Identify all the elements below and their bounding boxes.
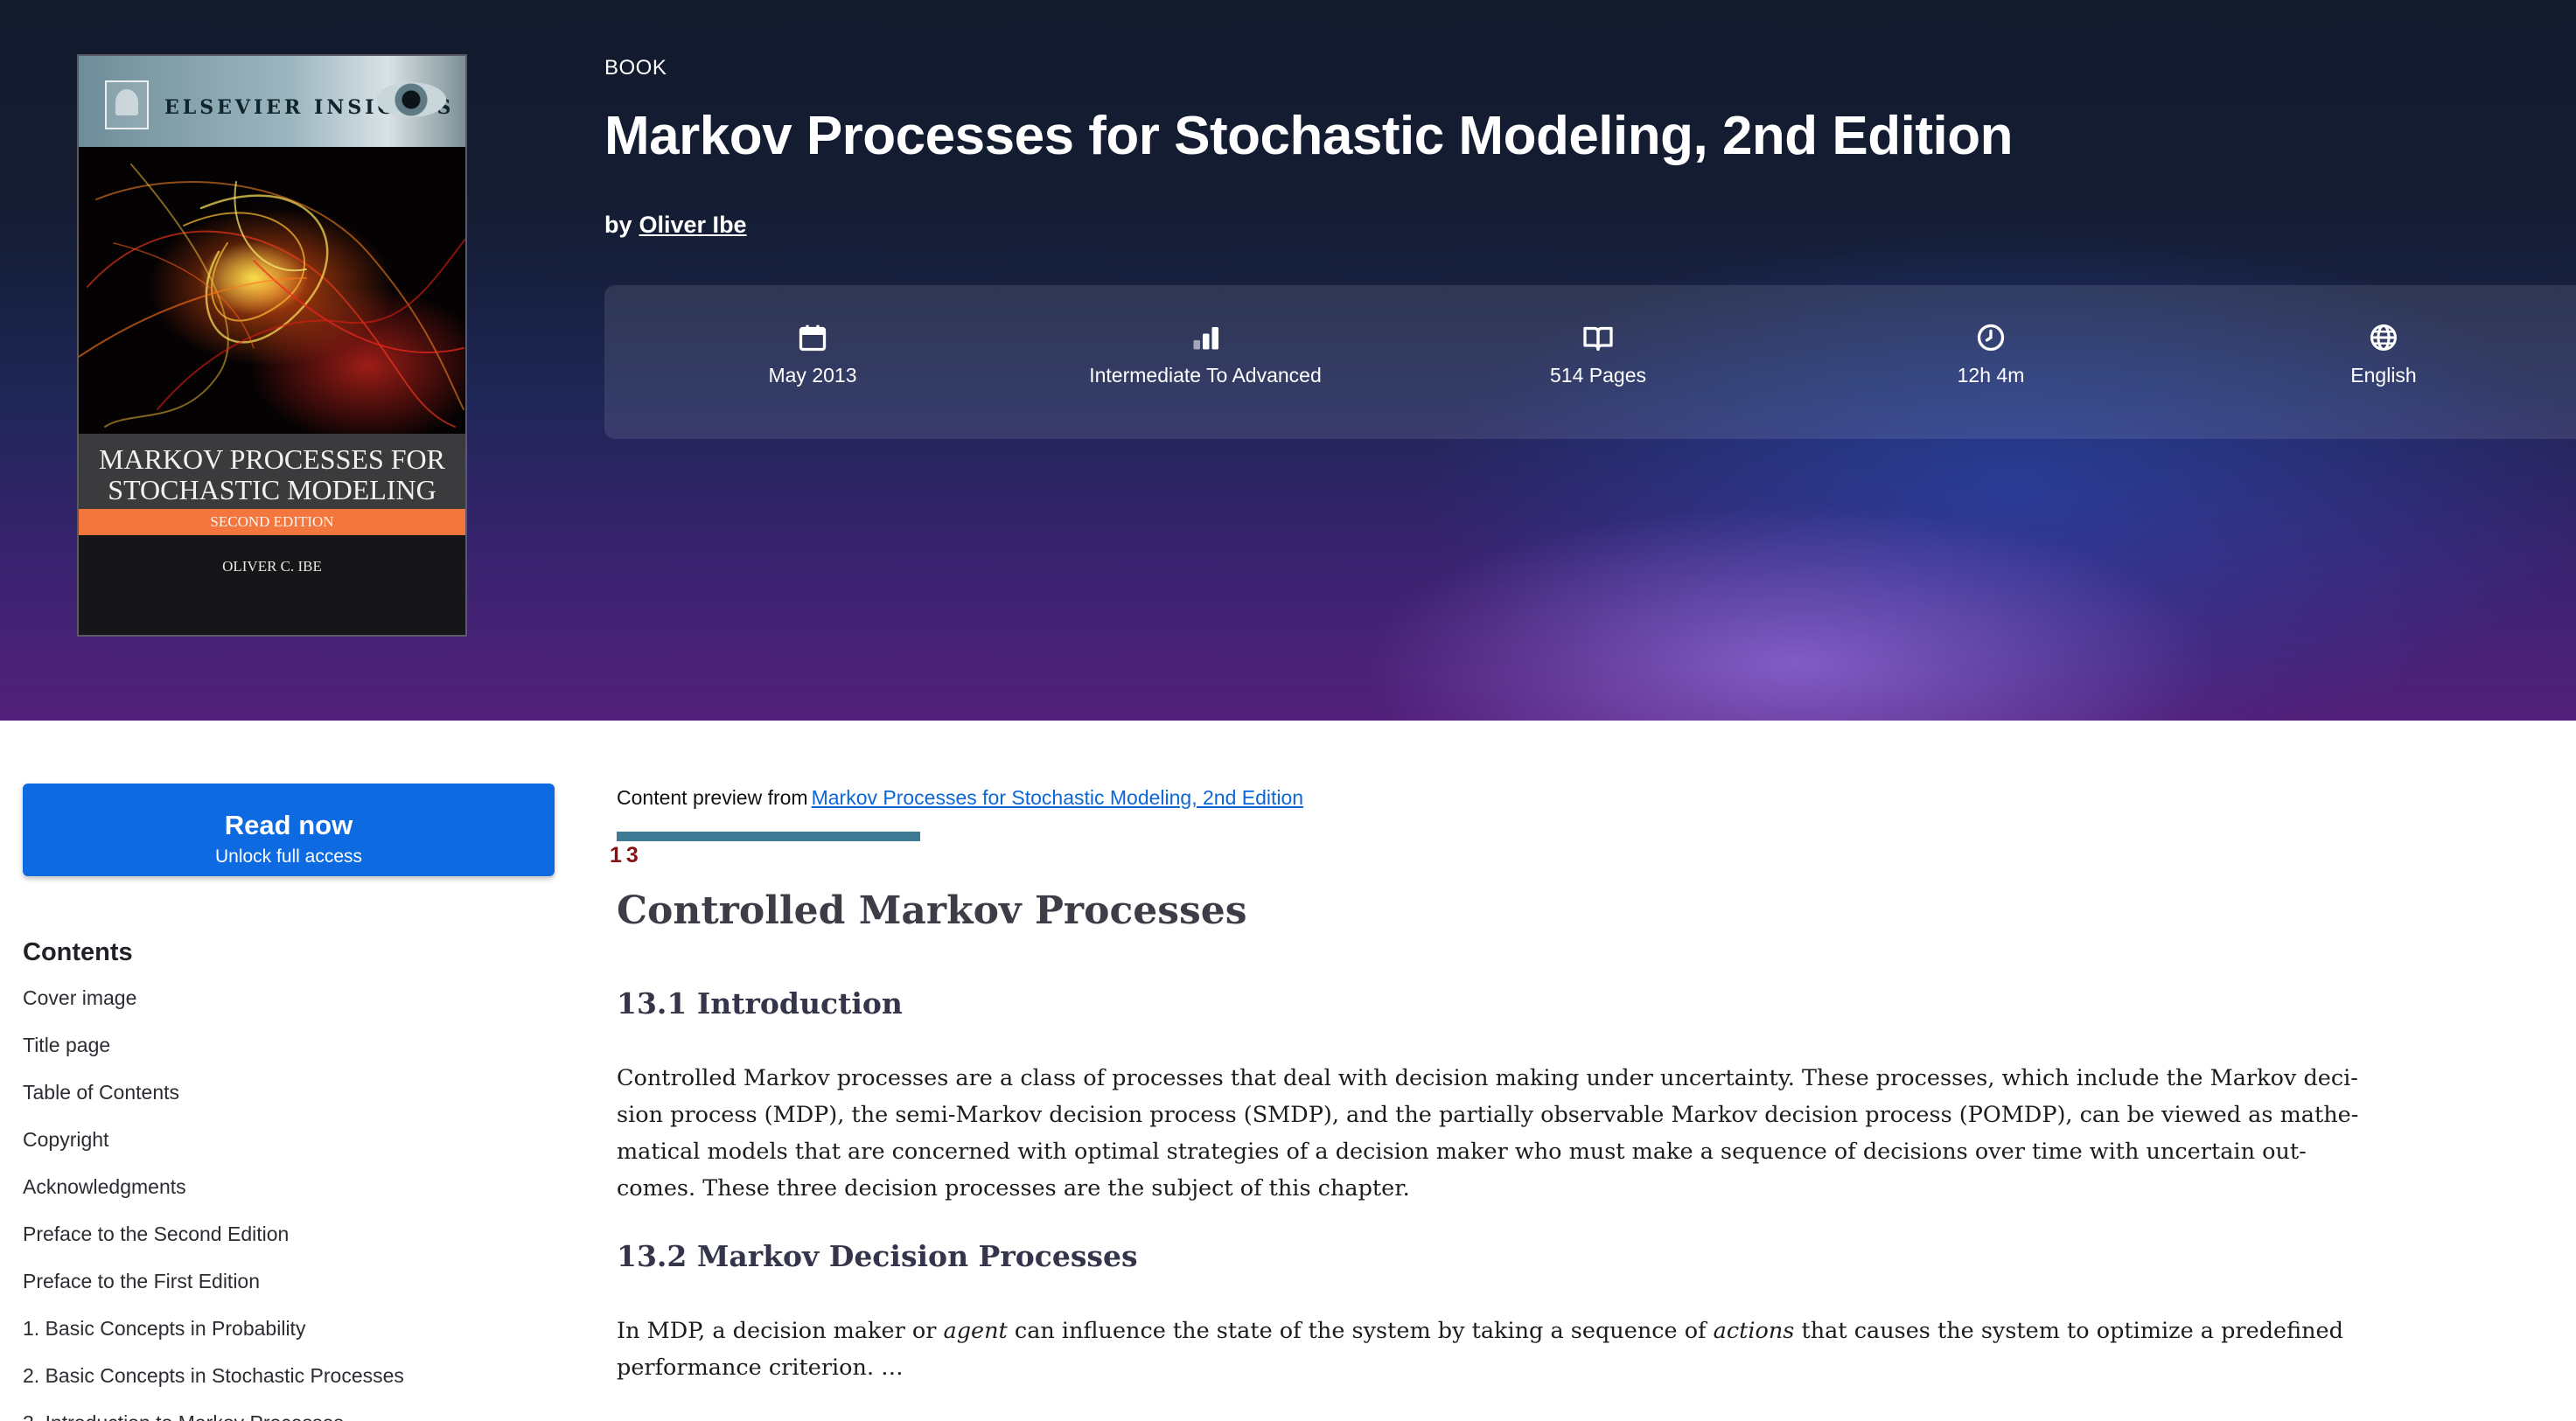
read-now-button[interactable]: Read now Unlock full access: [23, 784, 555, 876]
globe-icon: [2368, 322, 2399, 353]
eye-icon: [376, 82, 446, 117]
contents-heading: Contents: [23, 938, 133, 966]
level-bars-icon: [1190, 322, 1221, 353]
cover-title-line-2: STOCHASTIC MODELING: [108, 474, 436, 505]
toc-item-preface-first-edition[interactable]: Preface to the First Edition: [23, 1270, 404, 1317]
paragraph-line: sion process (MDP), the semi-Markov deci…: [617, 1102, 2359, 1128]
paragraph-line: comes. These three decision processes ar…: [617, 1175, 1410, 1202]
content-type-label: BOOK: [604, 56, 667, 80]
elsevier-logo-icon: [105, 80, 149, 129]
toc-item-preface-second-edition[interactable]: Preface to the Second Edition: [23, 1222, 404, 1270]
calendar-icon: [797, 322, 828, 353]
contents-list: Cover image Title page Table of Contents…: [23, 986, 404, 1421]
meta-publish-date-label: May 2013: [768, 364, 857, 387]
cover-edition: SECOND EDITION: [79, 509, 465, 535]
meta-duration: 12h 4m: [1851, 322, 2131, 387]
paragraph-line: performance criterion. …: [617, 1355, 904, 1381]
paragraph-line: In MDP, a decision maker or agent can in…: [617, 1313, 2343, 1349]
clock-icon: [1975, 322, 2007, 353]
preview-from-label: Content preview from: [617, 786, 808, 809]
toc-item-chapter-1[interactable]: 1. Basic Concepts in Probability: [23, 1317, 404, 1364]
author-link[interactable]: Oliver Ibe: [639, 212, 747, 238]
term-agent: agent: [943, 1318, 1008, 1344]
author-byline: by Oliver Ibe: [604, 212, 747, 239]
open-book-icon: [1582, 322, 1614, 353]
meta-publish-date: May 2013: [673, 322, 953, 387]
text-run: can influence the state of the system by…: [1007, 1318, 1714, 1344]
paragraph-line: matical models that are concerned with o…: [617, 1139, 2307, 1165]
toc-item-acknowledgments[interactable]: Acknowledgments: [23, 1175, 404, 1222]
meta-pages: 514 Pages: [1458, 322, 1738, 387]
book-metadata-bar: May 2013 Intermediate To Advanced 514 Pa…: [604, 285, 2576, 439]
meta-language-label: English: [2350, 364, 2417, 387]
text-run: In MDP, a decision maker or: [617, 1318, 944, 1344]
introduction-paragraph: Controlled Markov processes are a class …: [617, 1060, 2359, 1207]
book-cover-image[interactable]: ELSEVIER INSIGHTS MARKOV PROCESSES FOR S…: [77, 54, 467, 637]
meta-language: English: [2244, 322, 2524, 387]
content-preview-source: Content preview from Markov Processes for…: [617, 786, 1303, 810]
meta-level-label: Intermediate To Advanced: [1089, 364, 1322, 387]
toc-item-title-page[interactable]: Title page: [23, 1034, 404, 1081]
section-heading-mdp: 13.2 Markov Decision Processes: [617, 1239, 1138, 1273]
preview-book-link[interactable]: Markov Processes for Stochastic Modeling…: [812, 786, 1304, 809]
toc-item-copyright[interactable]: Copyright: [23, 1128, 404, 1175]
toc-item-chapter-3[interactable]: 3. Introduction to Markov Processes: [23, 1411, 404, 1421]
mdp-paragraph: In MDP, a decision maker or agent can in…: [617, 1313, 2343, 1386]
term-actions: actions: [1713, 1318, 1795, 1344]
cover-author: OLIVER C. IBE: [222, 558, 322, 575]
toc-item-cover-image[interactable]: Cover image: [23, 986, 404, 1034]
meta-duration-label: 12h 4m: [1957, 364, 2025, 387]
cover-artwork: [79, 147, 465, 434]
cover-title: MARKOV PROCESSES FOR STOCHASTIC MODELING: [79, 444, 465, 505]
toc-item-chapter-2[interactable]: 2. Basic Concepts in Stochastic Processe…: [23, 1364, 404, 1411]
cover-title-line-1: MARKOV PROCESSES FOR: [99, 443, 445, 475]
section-heading-introduction: 13.1 Introduction: [617, 986, 903, 1020]
read-now-sublabel: Unlock full access: [214, 846, 363, 867]
paragraph-line: Controlled Markov processes are a class …: [617, 1065, 2358, 1091]
chapter-title: Controlled Markov Processes: [617, 888, 1247, 933]
meta-pages-label: 514 Pages: [1550, 364, 1646, 387]
book-hero: ELSEVIER INSIGHTS MARKOV PROCESSES FOR S…: [0, 0, 2576, 721]
chapter-number: 13: [610, 843, 643, 867]
byline-prefix: by: [604, 212, 632, 238]
cover-header-band: ELSEVIER INSIGHTS: [79, 56, 465, 147]
text-run: that causes the system to optimize a pre…: [1794, 1318, 2343, 1344]
chapter-accent-bar: [617, 832, 920, 841]
toc-item-table-of-contents[interactable]: Table of Contents: [23, 1081, 404, 1128]
book-title: Markov Processes for Stochastic Modeling…: [604, 106, 2013, 166]
meta-level: Intermediate To Advanced: [1065, 322, 1345, 387]
cover-author-band: OLIVER C. IBE: [79, 535, 465, 635]
read-now-label: Read now: [224, 810, 353, 840]
